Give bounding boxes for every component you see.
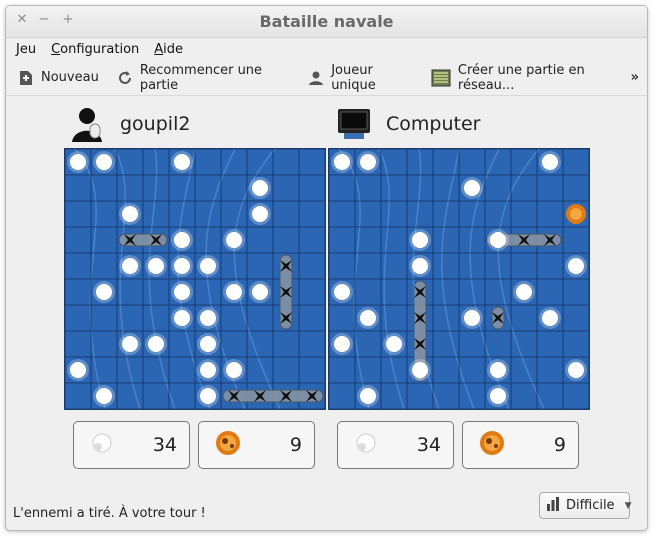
window-title: Bataille navale — [259, 12, 394, 31]
menu-jeu[interactable]: Jeu — [16, 42, 36, 57]
miss-splash — [252, 180, 268, 196]
computer-name: Computer — [386, 113, 481, 135]
miss-splash — [226, 362, 242, 378]
player-name: goupil2 — [120, 113, 191, 135]
miss-splash — [174, 310, 190, 326]
hit-count: 9 — [289, 434, 302, 456]
miss-splash — [200, 362, 216, 378]
miss-splash — [516, 284, 532, 300]
miss-splash — [200, 388, 216, 404]
miss-splash — [122, 206, 138, 222]
miss-splash — [386, 336, 402, 352]
miss-splash — [174, 232, 190, 248]
player-avatar-icon — [70, 106, 106, 142]
toolbar-overflow-button[interactable]: » — [631, 70, 639, 85]
miss-splash — [412, 258, 428, 274]
splash-icon — [88, 429, 116, 461]
toolbar: Nouveau Recommencer une partie Joueur un… — [6, 60, 647, 96]
network-icon — [431, 69, 451, 86]
player-hit-counter: 9 — [198, 421, 315, 469]
miss-splash — [226, 284, 242, 300]
user-icon — [308, 70, 324, 86]
miss-splash — [542, 310, 558, 326]
restart-game-button[interactable]: Recommencer une partie — [117, 63, 290, 93]
computer-miss-counter: 34 — [337, 421, 454, 469]
menu-bar: Jeu Configuration Aide — [6, 38, 647, 60]
miss-splash — [96, 154, 112, 170]
miss-splash — [568, 258, 584, 274]
computer-avatar-icon — [336, 106, 372, 142]
miss-splash — [174, 258, 190, 274]
new-document-icon — [18, 70, 34, 86]
miss-splash — [360, 388, 376, 404]
miss-splash — [70, 362, 86, 378]
miss-splash — [490, 388, 506, 404]
miss-splash — [226, 232, 242, 248]
miss-splash — [412, 232, 428, 248]
hit-count: 9 — [553, 434, 566, 456]
explosion-icon — [213, 428, 243, 462]
miss-count: 34 — [416, 434, 441, 456]
miss-splash — [174, 284, 190, 300]
single-player-button[interactable]: Joueur unique — [308, 63, 413, 93]
computer-hit-counter: 9 — [462, 421, 579, 469]
refresh-icon — [117, 70, 133, 86]
miss-splash — [122, 258, 138, 274]
miss-splash — [568, 362, 584, 378]
splash-icon — [352, 429, 380, 461]
player-miss-counter: 34 — [73, 421, 190, 469]
enemy-board[interactable] — [328, 148, 590, 410]
player-board[interactable] — [64, 148, 326, 410]
new-game-button[interactable]: Nouveau — [18, 70, 99, 86]
difficulty-dropdown[interactable]: Difficile ▼ — [539, 492, 632, 519]
miss-splash — [200, 258, 216, 274]
game-area: goupil2 Computer 34 9 34 9 — [6, 96, 647, 492]
miss-splash — [96, 284, 112, 300]
miss-splash — [174, 154, 190, 170]
miss-splash — [542, 154, 558, 170]
miss-splash — [360, 154, 376, 170]
miss-splash — [200, 310, 216, 326]
miss-splash — [490, 362, 506, 378]
explosion-icon — [477, 428, 507, 462]
miss-splash — [122, 336, 138, 352]
miss-splash — [148, 258, 164, 274]
miss-splash — [334, 284, 350, 300]
player-header-right: Computer — [336, 106, 480, 142]
miss-splash — [334, 154, 350, 170]
miss-splash — [360, 310, 376, 326]
player-header-left: goupil2 — [70, 106, 190, 142]
menu-configuration[interactable]: Configuration — [51, 42, 139, 57]
chevron-down-icon: ▼ — [624, 500, 632, 511]
miss-splash — [490, 232, 506, 248]
difficulty-label: Difficile — [566, 498, 615, 513]
miss-splash — [148, 336, 164, 352]
miss-splash — [334, 336, 350, 352]
title-bar: ✕ − + Bataille navale — [6, 6, 647, 38]
miss-splash — [200, 336, 216, 352]
miss-splash — [464, 180, 480, 196]
miss-splash — [96, 388, 112, 404]
miss-splash — [252, 206, 268, 222]
miss-splash — [464, 310, 480, 326]
app-window: ✕ − + Bataille navale Jeu Configuration … — [5, 5, 648, 531]
miss-splash — [70, 154, 86, 170]
bar-chart-icon — [546, 496, 560, 515]
network-game-button[interactable]: Créer une partie en réseau... — [431, 63, 629, 93]
miss-splash — [252, 284, 268, 300]
status-message: L'ennemi a tiré. À votre tour ! — [13, 505, 206, 521]
menu-aide[interactable]: Aide — [154, 42, 183, 57]
miss-splash — [412, 362, 428, 378]
miss-count: 34 — [152, 434, 177, 456]
